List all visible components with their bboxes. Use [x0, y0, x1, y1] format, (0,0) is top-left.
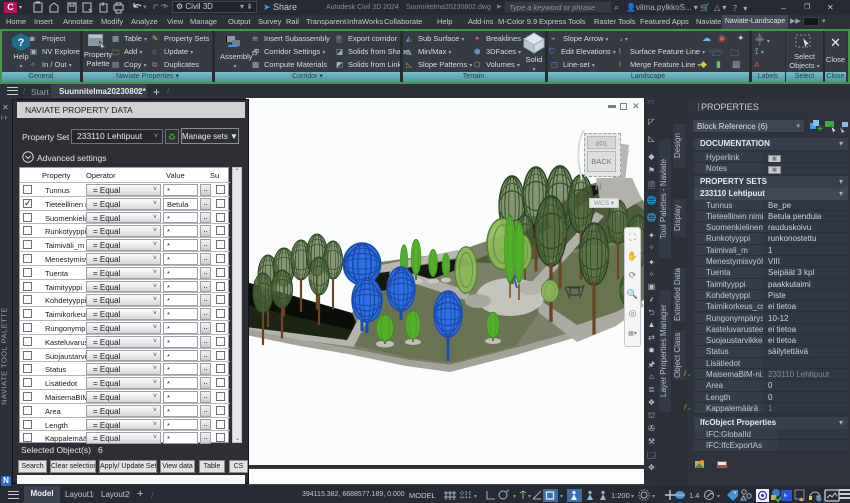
svg-text:▾: ▾	[163, 4, 167, 11]
svg-text:▾: ▾	[717, 494, 720, 500]
svg-text:▾: ▾	[143, 4, 147, 11]
svg-text:?: ?	[18, 37, 25, 49]
svg-text:▾: ▾	[474, 494, 477, 500]
svg-text:1.4: 1.4	[689, 491, 699, 500]
svg-text:▾: ▾	[528, 494, 531, 500]
svg-text:+: +	[817, 124, 823, 133]
svg-text:▾: ▾	[560, 494, 563, 500]
svg-text:▾: ▾	[631, 494, 634, 500]
svg-text:1:200: 1:200	[611, 491, 630, 500]
svg-text:▾: ▾	[652, 494, 655, 500]
svg-text:▾: ▾	[513, 494, 516, 500]
